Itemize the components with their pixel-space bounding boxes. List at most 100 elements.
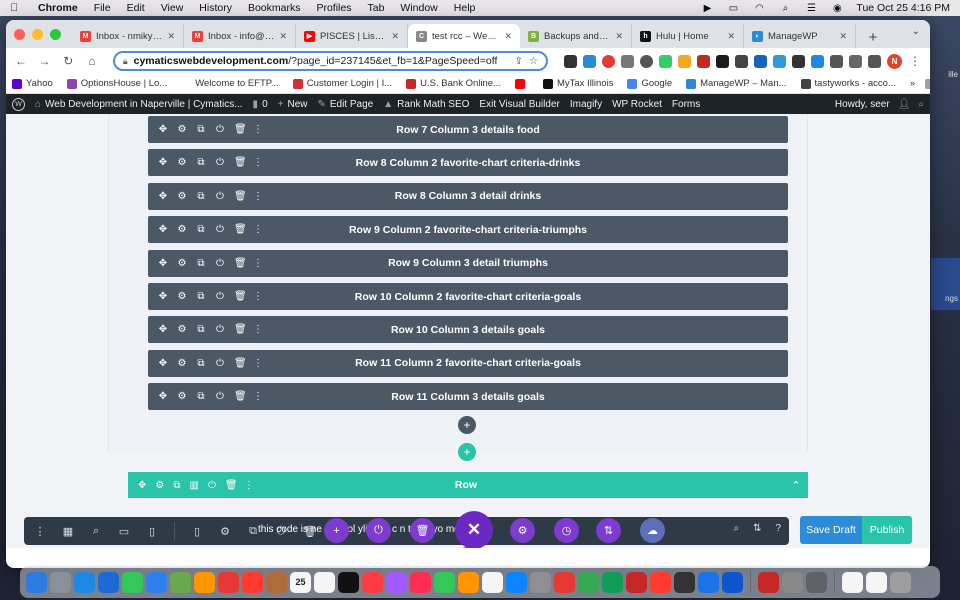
gear-icon[interactable]: ⚙ <box>177 291 187 302</box>
close-tab-icon[interactable]: ✕ <box>615 31 623 42</box>
move-icon[interactable]: ✥ <box>158 391 168 402</box>
browser-tab[interactable]: h Hulu | Home ✕ <box>632 24 744 48</box>
more-icon[interactable]: ⋮ <box>253 157 263 168</box>
duplicate-icon[interactable]: ⧉ <box>196 291 206 302</box>
trash-icon[interactable]: 🗑︎ <box>234 157 247 168</box>
wp-edit-page[interactable]: ✎ Edit Page <box>317 99 373 110</box>
power-icon[interactable]: ⏻ <box>215 391 225 402</box>
menu-window[interactable]: Window <box>400 2 437 14</box>
search-icon[interactable]: ⌕ <box>918 99 924 110</box>
dock-app-icon[interactable] <box>650 571 671 593</box>
gear-icon[interactable]: ⚙ <box>510 518 535 543</box>
gear-icon[interactable]: ⚙ <box>177 391 187 402</box>
menu-help[interactable]: Help <box>454 2 476 14</box>
extension-icon[interactable] <box>715 54 729 68</box>
history-icon[interactable]: ◷ <box>554 518 579 543</box>
dock-app-icon[interactable] <box>170 571 191 593</box>
menu-history[interactable]: History <box>199 2 232 14</box>
forward-icon[interactable]: → <box>38 54 52 68</box>
gear-icon[interactable]: ⚙ <box>177 324 187 335</box>
kebab-menu-icon[interactable]: ⋮ <box>908 54 922 68</box>
gear-icon[interactable]: ⚙ <box>177 157 187 168</box>
wp-howdy[interactable]: Howdy, seer <box>835 99 890 110</box>
duplicate-icon[interactable]: ⧉ <box>196 191 206 202</box>
extension-icon[interactable] <box>772 54 786 68</box>
dock-app-icon[interactable] <box>554 571 575 593</box>
duplicate-icon[interactable]: ⧉ <box>196 258 206 269</box>
dock-app-icon[interactable] <box>482 571 503 593</box>
menu-app-name[interactable]: Chrome <box>38 2 78 14</box>
module-bar[interactable]: ✥ ⚙ ⧉ ⏻ 🗑︎ ⋮ Row 9 Column 3 detail triumphs <box>148 249 788 277</box>
profile-avatar[interactable]: N <box>886 53 902 69</box>
desktop-icon[interactable]: ▭ <box>118 525 130 538</box>
portability-icon[interactable]: ⇅ <box>753 523 761 534</box>
portability-icon[interactable]: ⇅ <box>596 518 621 543</box>
menu-profiles[interactable]: Profiles <box>316 2 351 14</box>
dock-app-icon[interactable] <box>602 571 623 593</box>
dock-app-icon[interactable] <box>122 571 143 593</box>
module-bar[interactable]: ✥ ⚙ ⧉ ⏻ 🗑︎ ⋮ Row 8 Column 3 detail drinks <box>148 182 788 210</box>
extension-icon[interactable] <box>734 54 748 68</box>
duplicate-icon[interactable]: ⧉ <box>196 358 206 369</box>
menu-tab[interactable]: Tab <box>367 2 384 14</box>
reload-icon[interactable]: ↻ <box>61 54 75 68</box>
module-bar[interactable]: ✥ ⚙ ⧉ ⏻ 🗑︎ ⋮ Row 8 Column 2 favorite-chart cri… <box>148 149 788 177</box>
move-icon[interactable]: ✥ <box>158 124 168 135</box>
bookmark-star-icon[interactable]: ☆ <box>529 56 538 67</box>
dock-app-icon[interactable] <box>50 571 71 593</box>
dock-app-icon[interactable] <box>410 571 431 593</box>
browser-tab[interactable]: ▶ PISCES | Listen ✕ <box>296 24 408 48</box>
dock-app-icon[interactable] <box>314 571 335 593</box>
gear-icon[interactable]: ⚙ <box>177 258 187 269</box>
close-tab-icon[interactable]: ✕ <box>167 31 175 42</box>
dock-app-icon[interactable] <box>434 571 455 593</box>
more-icon[interactable]: ⋮ <box>253 391 263 402</box>
camera-icon[interactable] <box>620 54 634 68</box>
gear-icon[interactable]: ⚙ <box>177 124 187 135</box>
trash-icon[interactable]: 🗑︎ <box>234 391 247 402</box>
save-draft-button[interactable]: Save Draft <box>800 516 862 544</box>
more-icon[interactable]: ⋮ <box>253 358 263 369</box>
cloud-icon[interactable]: ☁ <box>640 518 665 543</box>
move-icon[interactable]: ✥ <box>158 191 168 202</box>
wp-exit-builder[interactable]: Exit Visual Builder <box>479 99 559 110</box>
move-icon[interactable]: ✥ <box>158 324 168 335</box>
gear-icon[interactable]: ⚙ <box>177 224 187 235</box>
wordpress-icon[interactable]: W <box>12 97 25 111</box>
power-icon[interactable]: ⏻ <box>215 358 225 369</box>
menu-view[interactable]: View <box>161 2 184 14</box>
trash-icon[interactable]: 🗑︎ <box>234 258 247 269</box>
dock-app-icon[interactable] <box>458 571 479 593</box>
wp-site-name[interactable]: ⌂ Web Development in Naperville | Cymatic… <box>35 99 243 110</box>
move-icon[interactable]: ✥ <box>158 258 168 269</box>
trash-icon[interactable]: 🗑︎ <box>225 480 238 491</box>
control-center-icon[interactable]: ☰ <box>804 3 818 14</box>
bookmark-item[interactable]: Yahoo <box>12 78 53 89</box>
power-icon[interactable]: ⏻ <box>215 258 225 269</box>
close-tab-icon[interactable]: ✕ <box>391 31 399 42</box>
new-tab-button[interactable]: + <box>862 26 884 48</box>
close-icon[interactable]: ✕ <box>455 511 493 548</box>
trash-icon[interactable]: 🗑︎ <box>410 518 435 543</box>
more-icon[interactable]: ⋮ <box>253 124 263 135</box>
wp-new[interactable]: + New <box>278 99 308 110</box>
wp-forms[interactable]: Forms <box>672 99 700 110</box>
dock-app-icon[interactable] <box>806 571 827 593</box>
side-panel-icon[interactable] <box>867 54 881 68</box>
module-bar[interactable]: ✥ ⚙ ⧉ ⏻ 🗑︎ ⋮ Row 10 Column 3 details goals <box>148 316 788 344</box>
browser-tab[interactable]: Ctest rcc – Web De ✕ <box>408 24 520 48</box>
dock-app-icon[interactable] <box>530 571 551 593</box>
url-text[interactable]: cymaticswebdevelopment.com/?page_id=2371… <box>134 55 509 67</box>
gear-icon[interactable]: ⚙ <box>177 191 187 202</box>
duplicate-icon[interactable]: ⧉ <box>196 124 206 135</box>
dock-app-icon[interactable] <box>890 571 911 593</box>
module-bar[interactable]: ✥ ⚙ ⧉ ⏻ 🗑︎ ⋮ Row 10 Column 2 favorite-chart cr… <box>148 283 788 310</box>
wifi-icon[interactable]: ◠ <box>752 3 766 14</box>
bookmark-item[interactable]: OptionsHouse | Lo... <box>66 78 167 89</box>
close-window-button[interactable] <box>14 29 25 40</box>
power-icon[interactable]: ⏻ <box>215 324 225 335</box>
trash-icon[interactable]: 🗑︎ <box>234 224 247 235</box>
dock-app-icon[interactable] <box>386 571 407 593</box>
close-tab-icon[interactable]: ✕ <box>727 31 735 42</box>
siri-icon[interactable]: ◉ <box>830 3 844 14</box>
